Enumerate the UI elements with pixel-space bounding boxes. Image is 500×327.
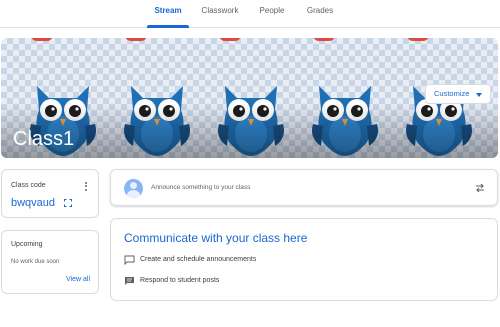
tab-grades[interactable]: Grades bbox=[303, 0, 337, 28]
announcement-icon bbox=[124, 255, 135, 265]
fullscreen-icon[interactable] bbox=[64, 199, 72, 207]
class-code-card: Class code bwqvaud bbox=[1, 169, 99, 218]
list-item-label: Respond to student posts bbox=[140, 277, 220, 284]
banner-decoration bbox=[125, 38, 147, 41]
class-title: Class1 bbox=[13, 128, 75, 150]
banner-shade bbox=[1, 103, 498, 158]
banner-decoration bbox=[313, 38, 335, 41]
avatar bbox=[124, 179, 143, 198]
communicate-card: Communicate with your class here Create … bbox=[110, 218, 498, 301]
class-code-label: Class code bbox=[11, 182, 46, 189]
upcoming-card: Upcoming No work due soon View all bbox=[1, 230, 99, 294]
banner-decoration bbox=[219, 38, 241, 41]
more-vert-icon[interactable] bbox=[83, 180, 89, 192]
banner-decoration bbox=[31, 38, 53, 41]
list-item-label: Create and schedule announcements bbox=[140, 256, 257, 263]
customize-button[interactable]: Customize bbox=[425, 84, 491, 104]
class-banner: Class1 Customize i bbox=[1, 38, 498, 158]
upcoming-status: No work due soon bbox=[11, 259, 60, 265]
tab-people-label: People bbox=[259, 6, 285, 15]
communicate-title: Communicate with your class here bbox=[124, 231, 308, 245]
announce-placeholder[interactable]: Announce something to your class bbox=[151, 184, 250, 191]
tab-stream[interactable]: Stream bbox=[147, 0, 189, 28]
tab-classwork[interactable]: Classwork bbox=[199, 0, 241, 28]
view-all-link[interactable]: View all bbox=[66, 276, 90, 283]
tab-classwork-label: Classwork bbox=[201, 6, 239, 15]
active-tab-indicator bbox=[147, 25, 189, 28]
tab-grades-label: Grades bbox=[306, 6, 334, 15]
caret-down-icon bbox=[476, 93, 482, 97]
class-tabs: Stream Classwork People Grades bbox=[0, 0, 500, 28]
repost-icon[interactable] bbox=[474, 182, 486, 194]
upcoming-label: Upcoming bbox=[11, 241, 43, 248]
announce-box[interactable]: Announce something to your class bbox=[110, 169, 498, 206]
customize-label: Customize bbox=[434, 89, 470, 98]
comment-icon bbox=[125, 277, 134, 285]
class-code-value: bwqvaud bbox=[11, 197, 56, 209]
banner-decoration bbox=[407, 38, 429, 41]
tab-stream-label: Stream bbox=[154, 6, 182, 15]
tab-people[interactable]: People bbox=[257, 0, 287, 28]
